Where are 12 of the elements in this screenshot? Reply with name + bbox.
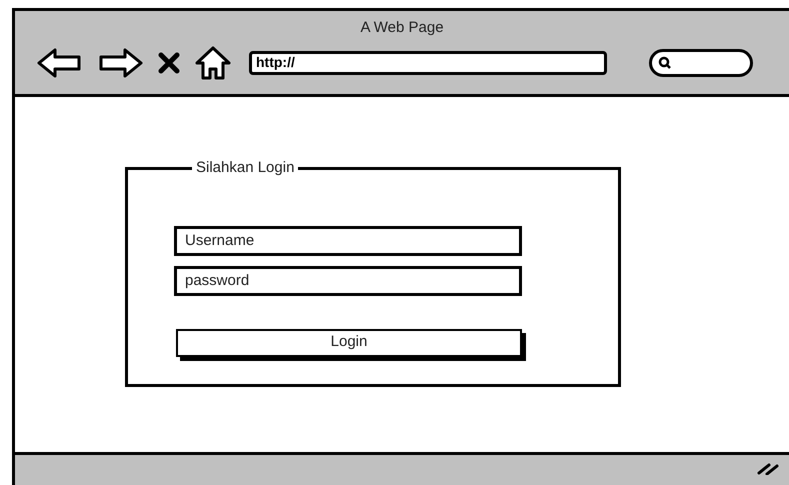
- search-icon: [658, 56, 672, 70]
- address-field[interactable]: http://: [249, 50, 607, 74]
- home-icon[interactable]: [195, 46, 231, 80]
- resize-grip-icon: [757, 461, 779, 475]
- window-title: A Web Page: [360, 18, 444, 38]
- back-icon[interactable]: [37, 48, 83, 78]
- text-field[interactable]: Username: [174, 226, 522, 256]
- text-field[interactable]: password: [174, 266, 522, 296]
- forward-icon[interactable]: [97, 48, 143, 78]
- panel-legend: Silahkan Login: [192, 157, 298, 180]
- search-field[interactable]: [649, 48, 753, 76]
- close-icon[interactable]: [157, 50, 181, 74]
